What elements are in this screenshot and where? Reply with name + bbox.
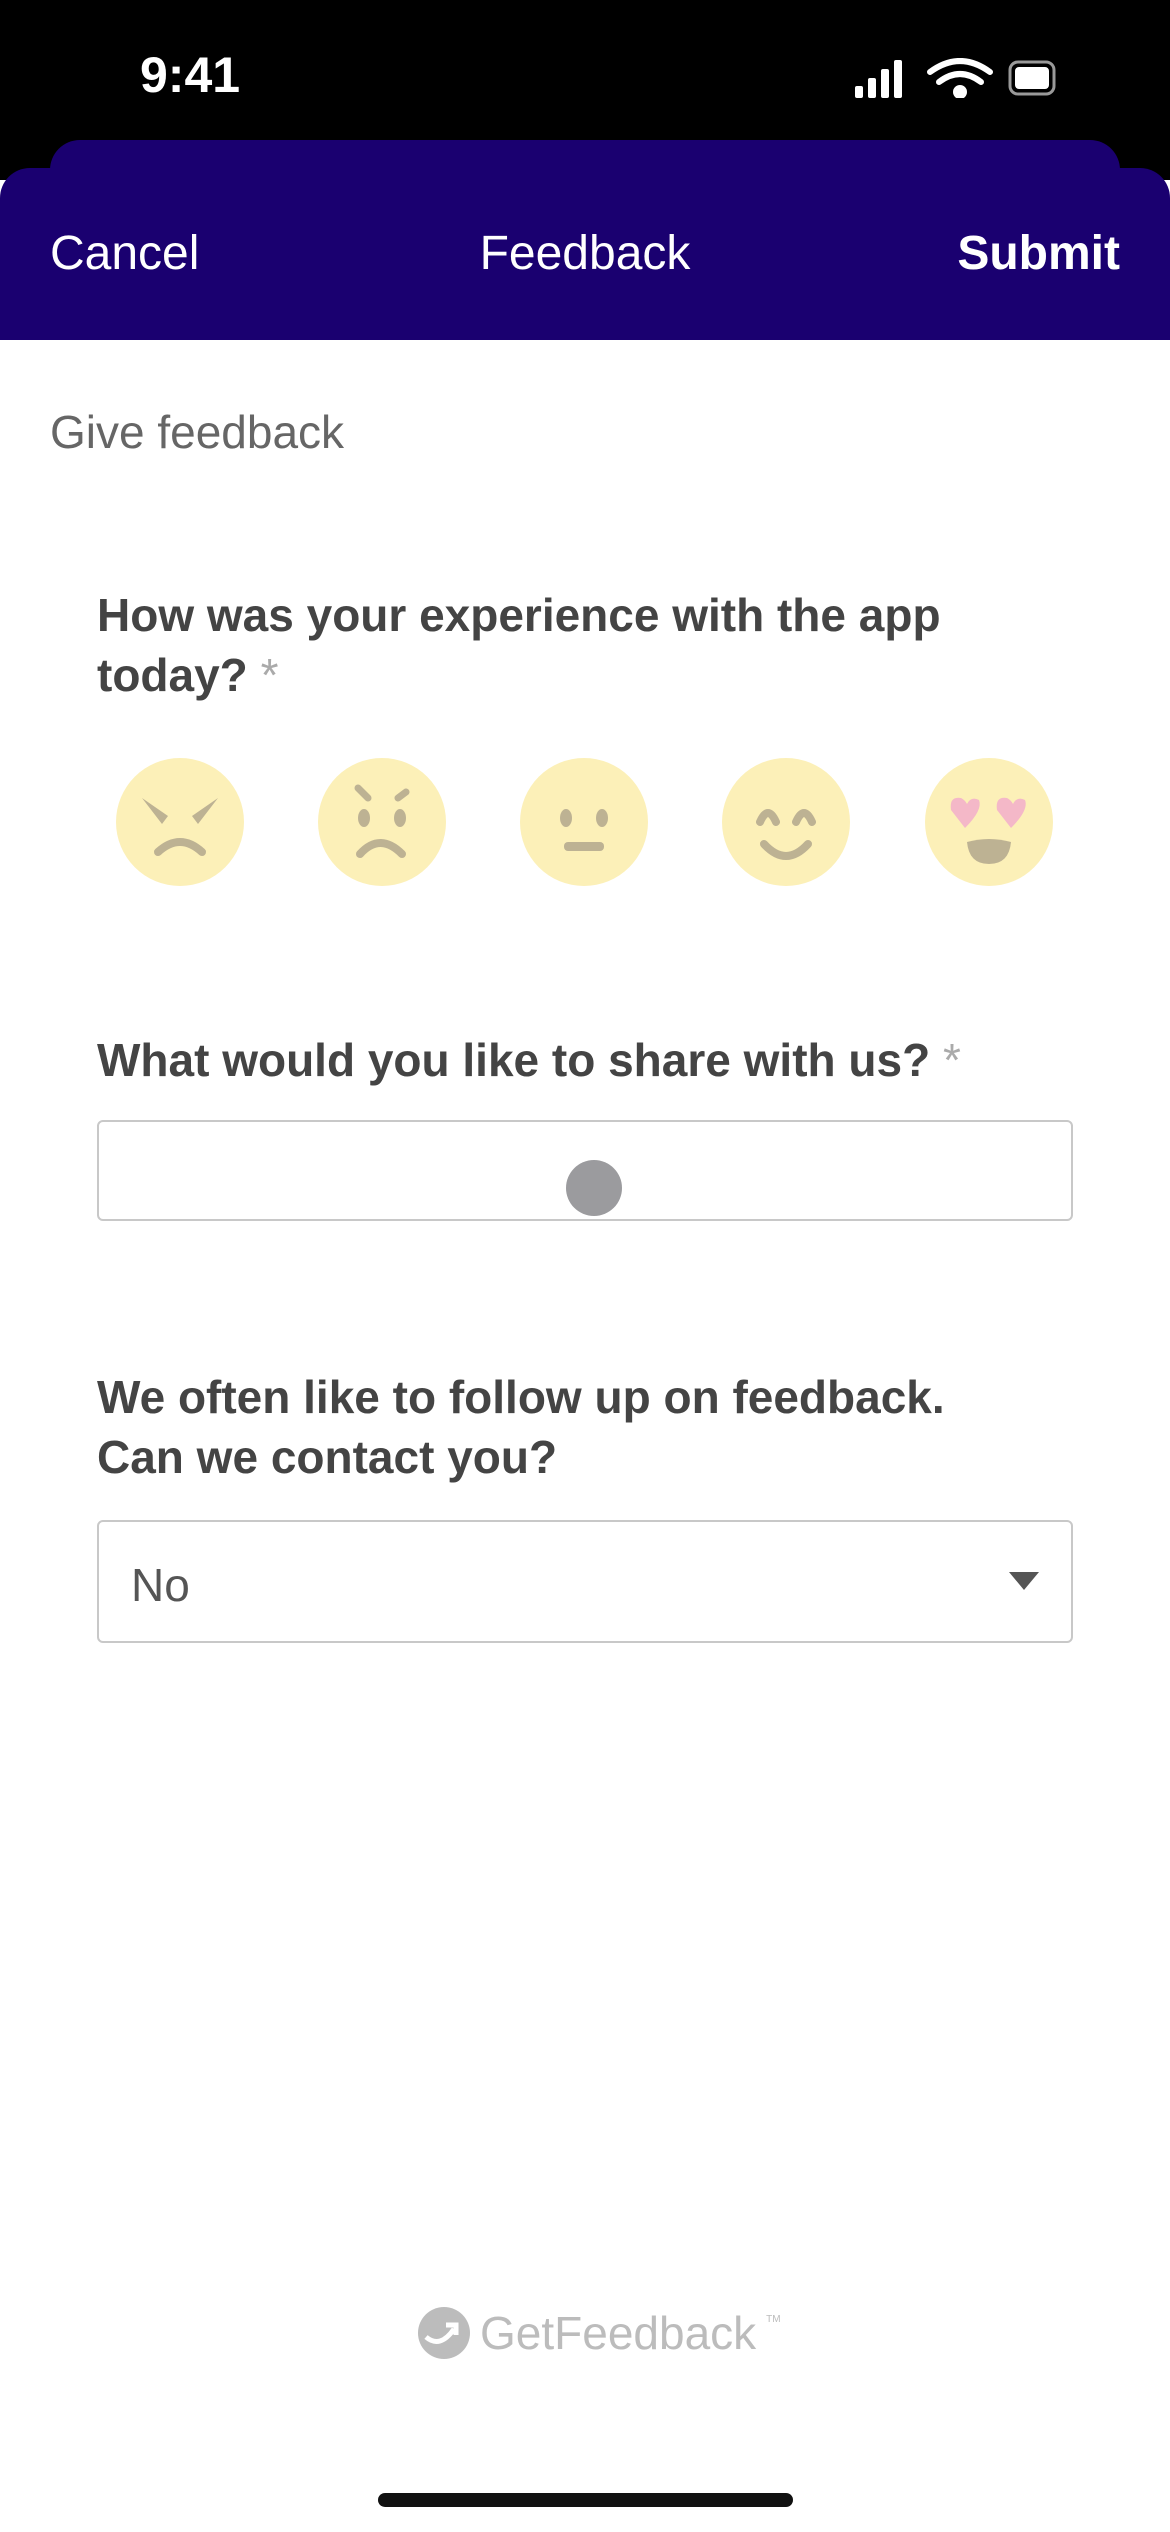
neutral-face-icon — [560, 809, 608, 851]
rating-neutral[interactable] — [520, 758, 648, 886]
rating-worried[interactable] — [318, 758, 446, 886]
question-contact: We often like to follow up on feedback. … — [97, 1371, 945, 1483]
getfeedback-logo-icon — [418, 2307, 470, 2359]
caret-down-icon — [1009, 1572, 1039, 1590]
rating-heart-eyes[interactable] — [925, 758, 1053, 886]
rating-angry[interactable] — [116, 758, 244, 886]
battery-icon — [1008, 60, 1056, 96]
cellular-signal-icon — [855, 60, 902, 98]
touch-indicator — [566, 1160, 622, 1216]
rating-smiling[interactable] — [722, 758, 850, 886]
getfeedback-logo: GetFeedback TM — [418, 2306, 781, 2360]
trademark: TM — [766, 2314, 781, 2325]
required-marker: * — [260, 649, 279, 701]
status-icons — [855, 58, 1056, 98]
question-label: What would you like to share with us? — [97, 1034, 931, 1086]
logo-text: GetFeedback — [480, 2307, 757, 2359]
contact-select[interactable]: No — [97, 1520, 1073, 1643]
heart-eyes-face-icon — [950, 797, 1026, 864]
status-time: 9:41 — [140, 47, 241, 103]
question-share: What would you like to share with us? * — [97, 1030, 997, 1090]
submit-button[interactable]: Submit — [957, 226, 1120, 281]
required-marker: * — [942, 1034, 961, 1086]
smiling-face-icon — [756, 809, 816, 860]
contact-select-value: No — [131, 1559, 190, 1611]
question-experience: How was your experience with the app tod… — [97, 585, 997, 705]
angry-face-icon — [142, 798, 218, 856]
home-indicator[interactable] — [378, 2493, 793, 2507]
nav-header: Cancel Feedback Submit — [0, 168, 1170, 340]
question-label: How was your experience with the app tod… — [97, 589, 941, 701]
wifi-icon — [927, 58, 993, 98]
form-heading: Give feedback — [50, 406, 345, 458]
worried-face-icon — [354, 784, 410, 858]
